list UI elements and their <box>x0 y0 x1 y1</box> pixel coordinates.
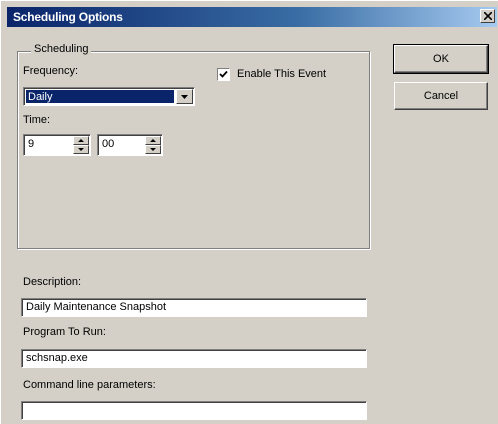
program-label: Program To Run: <box>23 326 106 338</box>
program-input[interactable]: schsnap.exe <box>21 349 367 368</box>
frequency-selected-value: Daily <box>26 90 174 103</box>
description-input[interactable]: Daily Maintenance Snapshot <box>21 298 367 317</box>
cancel-button[interactable]: Cancel <box>394 82 488 110</box>
hour-value: 9 <box>28 138 35 150</box>
arrow-up-icon <box>150 139 156 142</box>
hour-down-button[interactable] <box>73 145 89 154</box>
title-bar[interactable]: Scheduling Options <box>7 7 497 27</box>
description-value: Daily Maintenance Snapshot <box>26 301 167 313</box>
description-label: Description: <box>23 276 82 288</box>
scheduling-legend: Scheduling <box>31 43 92 55</box>
minute-up-button[interactable] <box>145 136 161 145</box>
frequency-dropdown-button[interactable] <box>176 89 193 104</box>
arrow-down-icon <box>78 148 84 151</box>
window-title: Scheduling Options <box>13 10 123 24</box>
enable-event-label: Enable This Event <box>237 68 327 80</box>
close-button[interactable] <box>480 9 495 23</box>
cmdline-input[interactable] <box>21 401 367 420</box>
enable-event-checkbox[interactable] <box>217 68 230 81</box>
frequency-dropdown[interactable]: Daily <box>23 87 195 106</box>
close-icon <box>484 12 492 20</box>
chevron-down-icon <box>181 95 188 99</box>
minute-value: 00 <box>102 138 115 150</box>
time-label: Time: <box>23 114 51 126</box>
arrow-up-icon <box>78 139 84 142</box>
program-value: schsnap.exe <box>26 352 88 364</box>
frequency-label: Frequency: <box>23 65 79 77</box>
hour-up-button[interactable] <box>73 136 89 145</box>
scheduling-options-dialog: Scheduling Options Scheduling Frequency:… <box>0 0 498 424</box>
ok-button[interactable]: OK <box>393 44 489 74</box>
arrow-down-icon <box>150 148 156 151</box>
hour-spinner[interactable]: 9 <box>23 134 91 156</box>
checkmark-icon <box>219 70 228 78</box>
minute-down-button[interactable] <box>145 145 161 154</box>
cmdline-label: Command line parameters: <box>23 379 156 391</box>
minute-spinner[interactable]: 00 <box>97 134 163 156</box>
